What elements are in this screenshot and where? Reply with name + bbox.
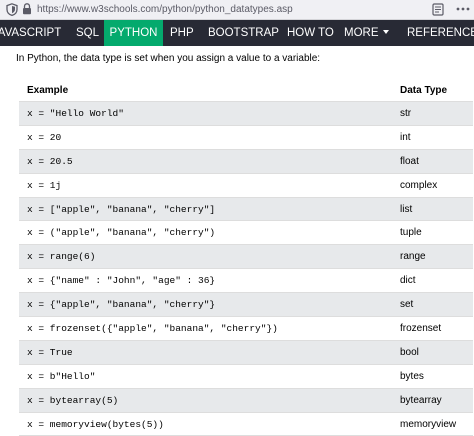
- nav-item-label: JAVASCRIPT: [0, 27, 62, 39]
- table-row: x = 1j complex: [19, 173, 473, 198]
- example-cell: x = b"Hello": [19, 364, 392, 389]
- table-row: x = frozenset({"apple", "banana", "cherr…: [19, 316, 473, 341]
- nav-item-label: HOW TO: [287, 27, 334, 39]
- nav-item-label: SQL: [76, 27, 100, 39]
- table-row: x = b"Hello" bytes: [19, 364, 473, 389]
- browser-url-bar: https://www.w3schools.com/python/python_…: [0, 0, 474, 20]
- type-cell: str: [392, 101, 473, 126]
- nav-item-sql[interactable]: SQL: [76, 20, 99, 46]
- datatypes-table: Example Data Type x = "Hello World" str x…: [19, 79, 473, 436]
- example-cell: x = 1j: [19, 173, 392, 198]
- example-cell: x = 20: [19, 125, 392, 150]
- example-cell: x = "Hello World": [19, 101, 392, 126]
- table-row: x = 20 int: [19, 125, 473, 150]
- example-cell: x = 20.5: [19, 149, 392, 174]
- type-cell: set: [392, 292, 473, 318]
- nav-item-how-to[interactable]: HOW TO: [287, 20, 334, 46]
- type-cell: list: [392, 197, 473, 222]
- table-row: x = range(6) range: [19, 244, 473, 270]
- example-cell: x = memoryview(bytes(5)): [19, 412, 392, 436]
- type-cell: memoryview: [392, 412, 473, 436]
- nav-item-label: PHP: [170, 27, 194, 39]
- type-cell: bytearray: [392, 388, 473, 413]
- type-cell: range: [392, 244, 473, 270]
- table-row: x = memoryview(bytes(5)) memoryview: [19, 412, 473, 436]
- nav-item-more[interactable]: MORE: [344, 20, 389, 46]
- nav-item-label: PYTHON: [109, 27, 158, 39]
- table-row: x = ["apple", "banana", "cherry"] list: [19, 197, 473, 222]
- table-row: x = {"name" : "John", "age" : 36} dict: [19, 268, 473, 294]
- nav-item-php[interactable]: PHP: [170, 20, 194, 46]
- type-cell: tuple: [392, 220, 473, 246]
- intro-text: In Python, the data type is set when you…: [16, 53, 321, 64]
- table-row: x = True bool: [19, 340, 473, 365]
- type-cell: complex: [392, 173, 473, 198]
- example-cell: x = ("apple", "banana", "cherry"): [19, 220, 392, 246]
- table-row: x = ("apple", "banana", "cherry") tuple: [19, 220, 473, 246]
- type-cell: bytes: [392, 364, 473, 389]
- nav-item-label: BOOTSTRAP: [208, 27, 279, 39]
- address-field[interactable]: https://www.w3schools.com/python/python_…: [37, 3, 293, 16]
- table-row: x = 20.5 float: [19, 149, 473, 174]
- more-menu-icon[interactable]: [455, 2, 471, 16]
- type-cell: float: [392, 149, 473, 174]
- table-row: x = bytearray(5) bytearray: [19, 388, 473, 413]
- example-cell: x = range(6): [19, 244, 392, 270]
- table-row: x = "Hello World" str: [19, 101, 473, 126]
- reader-view-icon[interactable]: [432, 3, 444, 16]
- lock-icon[interactable]: [22, 3, 32, 15]
- top-nav: JAVASCRIPT SQL PYTHON PHP BOOTSTRAP HOW …: [0, 20, 474, 46]
- nav-item-javascript[interactable]: JAVASCRIPT: [0, 20, 71, 46]
- nav-item-python[interactable]: PYTHON: [104, 20, 163, 46]
- type-cell: dict: [392, 268, 473, 294]
- type-cell: frozenset: [392, 316, 473, 341]
- column-header-example: Example: [19, 79, 392, 102]
- caret-down-icon: [382, 29, 389, 34]
- column-header-data-type: Data Type: [392, 79, 473, 102]
- example-cell: x = bytearray(5): [19, 388, 392, 413]
- shield-icon[interactable]: [6, 3, 18, 16]
- nav-item-label: REFERENCES: [407, 27, 474, 39]
- nav-item-bootstrap[interactable]: BOOTSTRAP: [208, 20, 279, 46]
- example-cell: x = {"apple", "banana", "cherry"}: [19, 292, 392, 318]
- example-cell: x = {"name" : "John", "age" : 36}: [19, 268, 392, 294]
- table-row: x = {"apple", "banana", "cherry"} set: [19, 292, 473, 318]
- nav-item-references[interactable]: REFERENCES: [407, 20, 474, 46]
- nav-item-label: MORE: [344, 27, 379, 39]
- type-cell: bool: [392, 340, 473, 365]
- table-header-row: Example Data Type: [19, 79, 473, 102]
- example-cell: x = frozenset({"apple", "banana", "cherr…: [19, 316, 392, 341]
- example-cell: x = True: [19, 340, 392, 365]
- type-cell: int: [392, 125, 473, 150]
- example-cell: x = ["apple", "banana", "cherry"]: [19, 197, 392, 222]
